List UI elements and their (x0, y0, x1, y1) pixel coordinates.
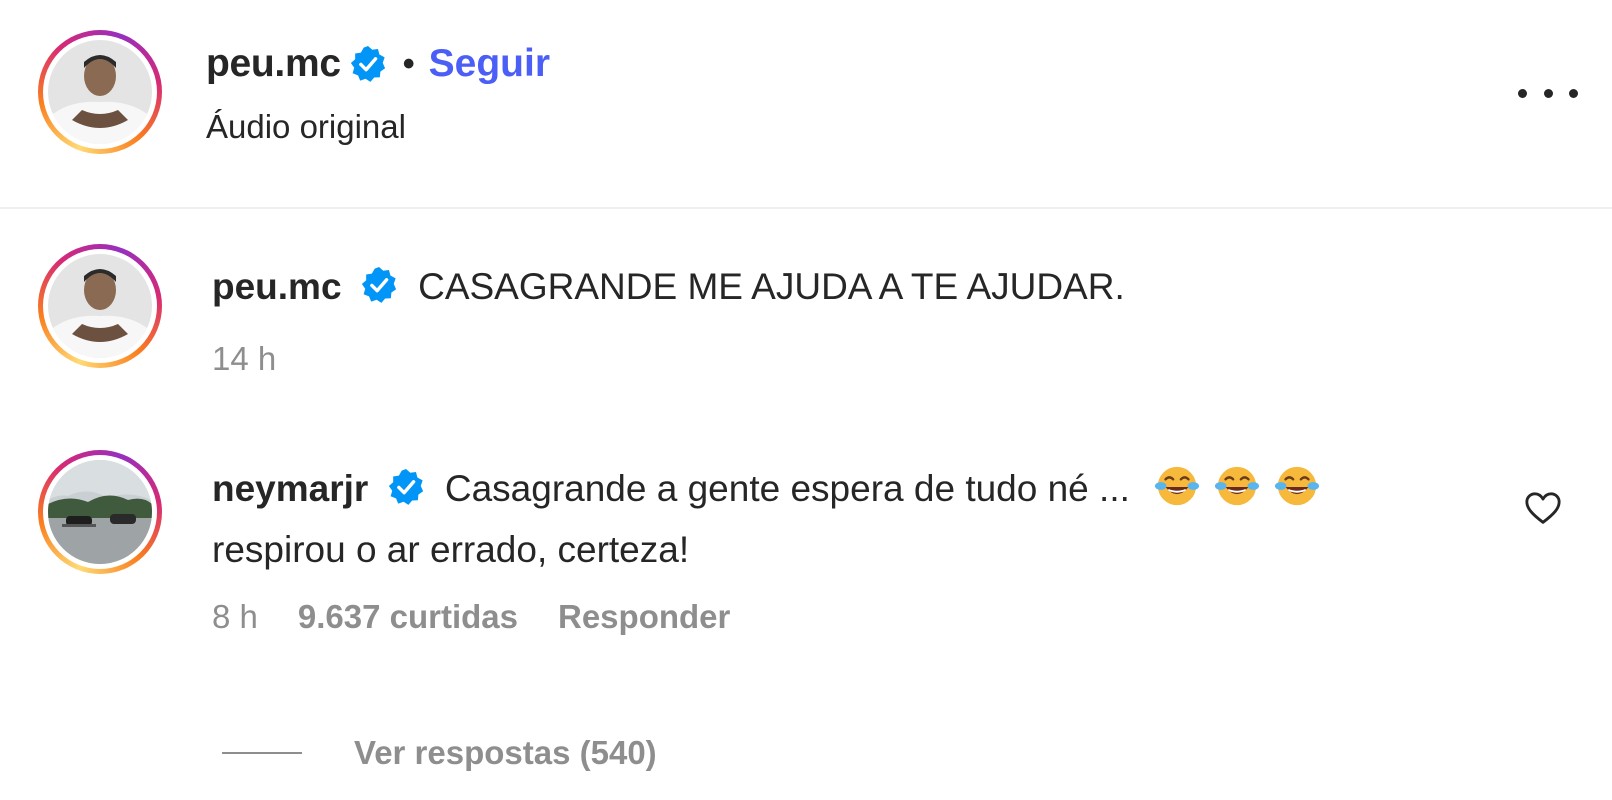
comment-likes-count[interactable]: 9.637 curtidas (298, 598, 518, 636)
comment-timestamp[interactable]: 8 h (212, 598, 258, 636)
more-options-icon[interactable] (1518, 76, 1578, 110)
laughing-tears-emoji-icon (1215, 466, 1260, 506)
comment-meta: 8 h 9.637 curtidas Responder (212, 598, 730, 636)
post-header: peu.mc • Seguir Áudio original (0, 0, 1612, 209)
follow-button[interactable]: Seguir (429, 42, 550, 86)
comment-item: neymarjr Casagrande a gente espera de tu… (0, 450, 1612, 660)
replies-divider-line (222, 752, 302, 754)
avatar-gap (43, 455, 157, 569)
author-avatar-image (48, 40, 152, 144)
laughing-tears-emoji-icon (1155, 466, 1200, 506)
comment-body: neymarjr Casagrande a gente espera de tu… (212, 458, 1472, 580)
comment-username[interactable]: peu.mc (212, 266, 342, 307)
comment-avatar[interactable] (38, 244, 162, 368)
verified-badge-icon (350, 45, 385, 82)
like-heart-icon[interactable] (1524, 490, 1562, 528)
comment-text-line2: respirou o ar errado, certeza! (212, 529, 690, 570)
header-name-row: peu.mc • Seguir (206, 40, 550, 88)
more-dot (1543, 88, 1553, 98)
comment-avatar-image (48, 460, 152, 564)
comment-avatar-image (48, 254, 152, 358)
reply-button[interactable]: Responder (558, 598, 730, 636)
author-avatar[interactable] (38, 30, 162, 154)
avatar-gap (43, 35, 157, 149)
comment-body: peu.mc CASAGRANDE ME AJUDA A TE AJUDAR. (212, 256, 1472, 317)
comment-avatar[interactable] (38, 450, 162, 574)
verified-badge-icon (388, 468, 423, 505)
caption-comment: peu.mc CASAGRANDE ME AJUDA A TE AJUDAR. … (0, 244, 1612, 384)
view-replies-label: Ver respostas (540) (354, 734, 657, 771)
comment-username[interactable]: neymarjr (212, 468, 368, 509)
original-audio-link[interactable]: Áudio original (206, 108, 406, 146)
verified-badge-icon (361, 266, 396, 303)
more-dot (1518, 88, 1527, 98)
avatar-gap (43, 249, 157, 363)
laughing-tears-emoji-icon (1275, 466, 1320, 506)
more-dot (1569, 88, 1578, 98)
separator-dot: • (402, 44, 415, 83)
author-username[interactable]: peu.mc (206, 42, 341, 86)
comment-text: CASAGRANDE ME AJUDA A TE AJUDAR. (418, 266, 1125, 307)
view-replies-button[interactable]: Ver respostas (540) (222, 734, 657, 772)
comment-meta: 14 h (212, 340, 276, 378)
comment-timestamp[interactable]: 14 h (212, 340, 276, 378)
comment-text-line1: Casagrande a gente espera de tudo né ... (444, 468, 1130, 509)
